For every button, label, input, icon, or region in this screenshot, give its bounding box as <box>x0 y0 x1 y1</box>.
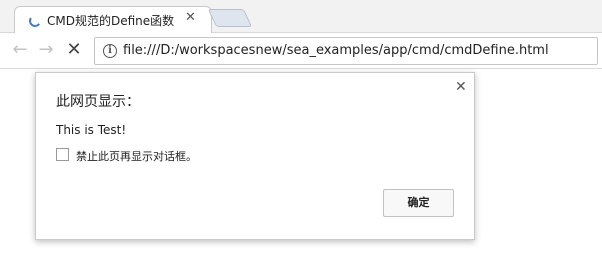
tab-close-icon[interactable]: ✕ <box>185 10 196 26</box>
stop-loading-icon[interactable]: ✕ <box>64 41 84 61</box>
tab-title: CMD规范的Define函数 <box>47 14 175 28</box>
back-arrow-icon[interactable]: ← <box>10 41 30 61</box>
suppress-dialogs-checkbox[interactable] <box>56 148 69 161</box>
loading-spinner-icon <box>28 14 42 28</box>
dialog-title: 此网页显示： <box>56 94 140 110</box>
dialog-message: This is Test! <box>56 123 127 137</box>
address-bar[interactable]: i file:///D:/workspacesnew/sea_examples/… <box>94 37 598 65</box>
forward-arrow-icon[interactable]: → <box>36 41 56 61</box>
url-text[interactable]: file:///D:/workspacesnew/sea_examples/ap… <box>123 43 549 58</box>
dialog-close-icon[interactable]: ✕ <box>455 79 467 95</box>
tab-strip: CMD规范的Define函数 ✕ <box>0 0 602 34</box>
alert-dialog: 此网页显示： ✕ This is Test! 禁止此页再显示对话框。 确定 <box>35 72 475 240</box>
browser-tab[interactable]: CMD规范的Define函数 ✕ <box>14 6 212 34</box>
page-info-icon[interactable]: i <box>103 44 117 58</box>
suppress-dialogs-label[interactable]: 禁止此页再显示对话框。 <box>76 148 197 164</box>
new-tab-button[interactable] <box>207 9 253 27</box>
ok-button[interactable]: 确定 <box>383 189 454 217</box>
browser-toolbar: ← → ✕ i file:///D:/workspacesnew/sea_exa… <box>0 33 602 69</box>
